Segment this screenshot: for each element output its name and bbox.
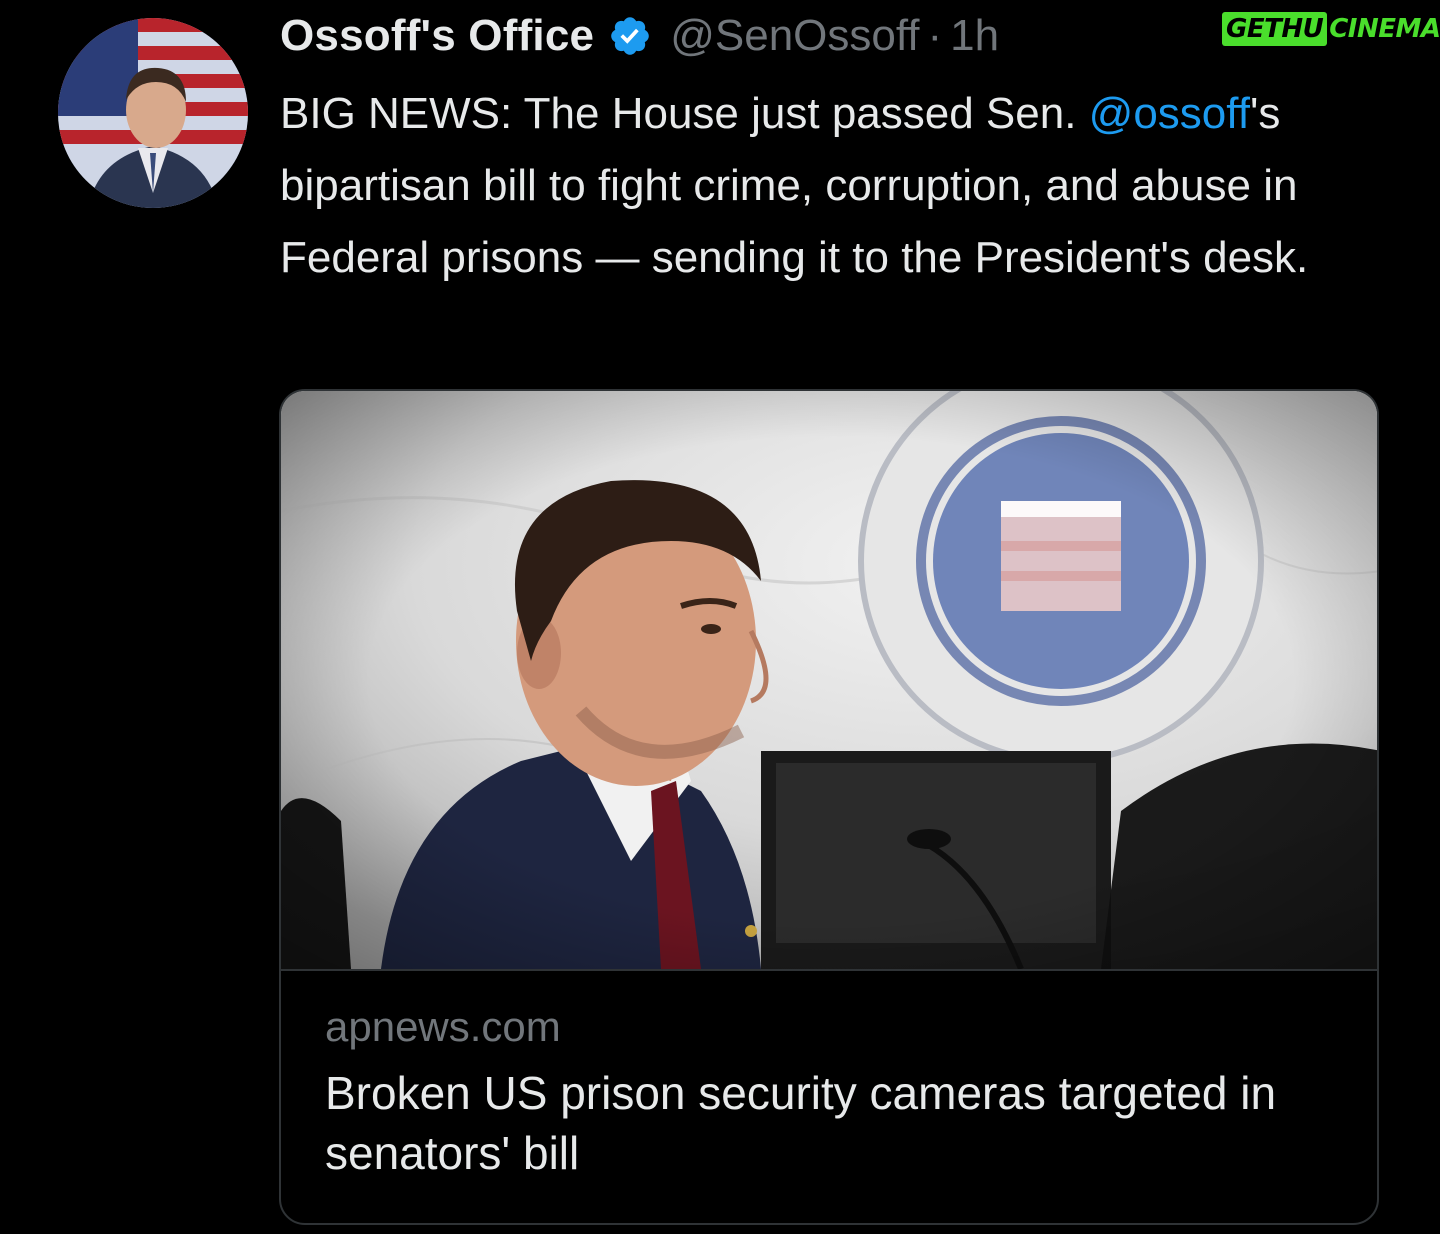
mention-link[interactable]: @ossoff	[1089, 89, 1250, 138]
link-preview-card[interactable]: apnews.com Broken US prison security cam…	[279, 389, 1379, 1225]
watermark-part2: CINEMA	[1329, 14, 1440, 44]
watermark: GETHU CINEMA	[1222, 12, 1440, 46]
tweet-text: BIG NEWS: The House just passed Sen. @os…	[280, 78, 1390, 294]
tweet-header: Ossoff's Office @SenOssoff · 1h	[280, 6, 999, 66]
card-domain: apnews.com	[325, 1003, 561, 1050]
profile-avatar[interactable]	[58, 18, 248, 208]
card-image	[281, 391, 1377, 969]
verified-badge-icon	[608, 14, 652, 58]
card-divider	[281, 969, 1377, 971]
watermark-part1: GETHU	[1222, 12, 1328, 46]
header-separator: ·	[927, 11, 943, 60]
avatar-image	[58, 18, 248, 208]
user-handle[interactable]: @SenOssoff	[670, 11, 919, 61]
tweet-timestamp[interactable]: 1h	[950, 11, 999, 61]
tweet-text-part1: BIG NEWS: The House just passed Sen.	[280, 89, 1089, 138]
display-name[interactable]: Ossoff's Office	[280, 11, 594, 61]
card-title[interactable]: Broken US prison security cameras target…	[325, 1063, 1335, 1183]
